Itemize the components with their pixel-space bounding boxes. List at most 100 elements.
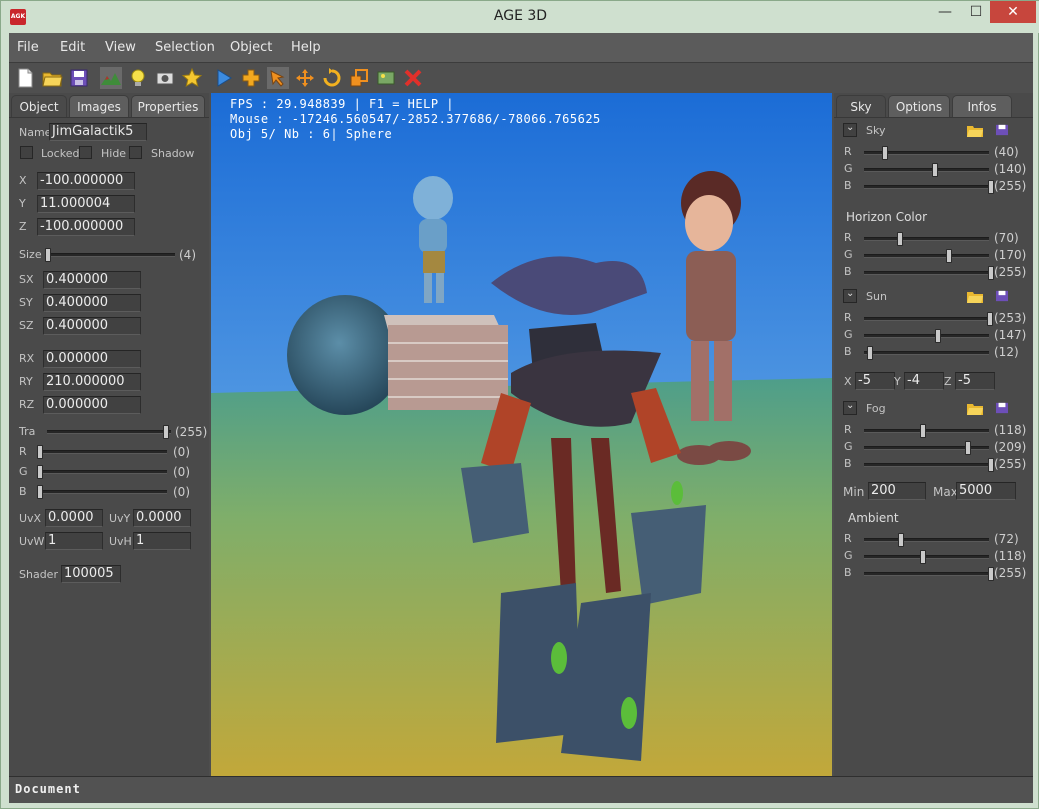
rotation-x-field[interactable]: 0.000000: [43, 350, 141, 368]
scale-z-field[interactable]: 0.400000: [43, 317, 141, 335]
position-z-field[interactable]: -100.000000: [37, 218, 135, 236]
sun-g-slider[interactable]: [864, 329, 989, 343]
sun-r-slider-handle[interactable]: [987, 312, 993, 326]
tab-options[interactable]: Options: [888, 95, 950, 117]
horizon-r-slider-handle[interactable]: [897, 232, 903, 246]
size-slider-handle[interactable]: [45, 248, 51, 262]
position-y-field[interactable]: 11.000004: [37, 195, 135, 213]
save-icon[interactable]: [68, 67, 90, 89]
uvy-field[interactable]: 0.0000: [133, 509, 191, 527]
horizon-g-slider[interactable]: [864, 249, 989, 263]
add-object-icon[interactable]: [240, 67, 262, 89]
color-b-slider[interactable]: [37, 485, 167, 499]
horizon-b-slider[interactable]: [864, 266, 994, 280]
close-button[interactable]: ✕: [990, 1, 1036, 23]
rotation-z-field[interactable]: 0.000000: [43, 396, 141, 414]
sun-open-folder-icon[interactable]: [967, 291, 983, 303]
tab-infos[interactable]: Infos: [952, 95, 1012, 117]
fog-max-field[interactable]: 5000: [956, 482, 1016, 500]
ambient-g-slider-handle[interactable]: [920, 550, 926, 564]
sky-save-icon[interactable]: [994, 124, 1010, 136]
sky-g-slider-handle[interactable]: [932, 163, 938, 177]
sun-x-field[interactable]: -5: [855, 372, 895, 390]
sky-b-slider[interactable]: [864, 180, 994, 194]
sun-toggle[interactable]: ⌄: [843, 288, 857, 303]
size-slider[interactable]: [45, 248, 175, 262]
tab-properties[interactable]: Properties: [131, 95, 205, 117]
transparency-slider-handle[interactable]: [163, 425, 169, 439]
uvx-field[interactable]: 0.0000: [45, 509, 103, 527]
delete-icon[interactable]: [402, 67, 424, 89]
menu-help[interactable]: Help: [291, 40, 321, 55]
new-file-icon[interactable]: [14, 67, 36, 89]
fog-b-slider[interactable]: [864, 458, 994, 472]
maximize-button[interactable]: ☐: [959, 1, 993, 23]
shader-field[interactable]: 100005: [61, 565, 121, 583]
tab-images[interactable]: Images: [69, 95, 129, 117]
menu-object[interactable]: Object: [230, 40, 272, 55]
star-icon[interactable]: [181, 67, 203, 89]
color-g-slider-handle[interactable]: [37, 465, 43, 479]
fog-min-field[interactable]: 200: [868, 482, 926, 500]
position-x-field[interactable]: -100.000000: [37, 172, 135, 190]
uvw-field[interactable]: 1: [45, 532, 103, 550]
menu-view[interactable]: View: [105, 40, 136, 55]
sun-g-slider-handle[interactable]: [935, 329, 941, 343]
tab-object[interactable]: Object: [11, 95, 67, 117]
fog-r-slider-handle[interactable]: [920, 424, 926, 438]
color-r-slider[interactable]: [37, 445, 167, 459]
color-b-slider-handle[interactable]: [37, 485, 43, 499]
sun-save-icon[interactable]: [994, 290, 1010, 302]
tab-sky[interactable]: Sky: [836, 95, 886, 117]
horizon-g-slider-handle[interactable]: [946, 249, 952, 263]
sun-z-field[interactable]: -5: [955, 372, 995, 390]
color-g-slider[interactable]: [37, 465, 167, 479]
locked-checkbox[interactable]: [20, 146, 33, 159]
open-folder-icon[interactable]: [41, 67, 63, 89]
select-arrow-icon[interactable]: [267, 67, 289, 89]
camera-icon[interactable]: [154, 67, 176, 89]
sky-toggle[interactable]: ⌄: [843, 122, 857, 137]
terrain-icon[interactable]: [100, 67, 122, 89]
menu-selection[interactable]: Selection: [155, 40, 215, 55]
name-field[interactable]: JimGalactik5: [49, 123, 147, 141]
scale-x-field[interactable]: 0.400000: [43, 271, 141, 289]
sky-r-slider-handle[interactable]: [882, 146, 888, 160]
3d-viewport[interactable]: FPS : 29.948839 | F1 = HELP | Mouse : -1…: [211, 93, 832, 776]
menu-file[interactable]: File: [17, 40, 39, 55]
ambient-b-slider[interactable]: [864, 567, 994, 581]
scale-y-field[interactable]: 0.400000: [43, 294, 141, 312]
sun-y-field[interactable]: -4: [904, 372, 944, 390]
horizon-r-slider[interactable]: [864, 232, 989, 246]
title-bar[interactable]: AGK AGE 3D — ☐ ✕: [1, 1, 1039, 33]
fog-g-slider[interactable]: [864, 441, 989, 455]
shadow-checkbox[interactable]: [129, 146, 142, 159]
sun-r-slider[interactable]: [864, 312, 993, 326]
minimize-button[interactable]: —: [928, 1, 962, 23]
ambient-g-slider[interactable]: [864, 550, 989, 564]
fog-toggle[interactable]: ⌄: [843, 400, 857, 415]
image-icon[interactable]: [375, 67, 397, 89]
fog-g-slider-handle[interactable]: [965, 441, 971, 455]
sun-b-slider-handle[interactable]: [867, 346, 873, 360]
uvh-field[interactable]: 1: [133, 532, 191, 550]
menu-edit[interactable]: Edit: [60, 40, 85, 55]
ambient-r-slider-handle[interactable]: [898, 533, 904, 547]
transparency-slider[interactable]: [47, 425, 171, 439]
sky-g-slider[interactable]: [864, 163, 989, 177]
hide-checkbox[interactable]: [79, 146, 92, 159]
play-icon[interactable]: [213, 67, 235, 89]
scale-icon[interactable]: [348, 67, 370, 89]
sky-open-folder-icon[interactable]: [967, 125, 983, 137]
sun-b-slider[interactable]: [864, 346, 989, 360]
rotate-icon[interactable]: [321, 67, 343, 89]
light-bulb-icon[interactable]: [127, 67, 149, 89]
fog-r-slider[interactable]: [864, 424, 989, 438]
move-icon[interactable]: [294, 67, 316, 89]
fog-save-icon[interactable]: [994, 402, 1010, 414]
fog-open-folder-icon[interactable]: [967, 403, 983, 415]
sky-r-slider[interactable]: [864, 146, 989, 160]
ambient-r-slider[interactable]: [864, 533, 989, 547]
rotation-y-field[interactable]: 210.000000: [43, 373, 141, 391]
color-r-slider-handle[interactable]: [37, 445, 43, 459]
